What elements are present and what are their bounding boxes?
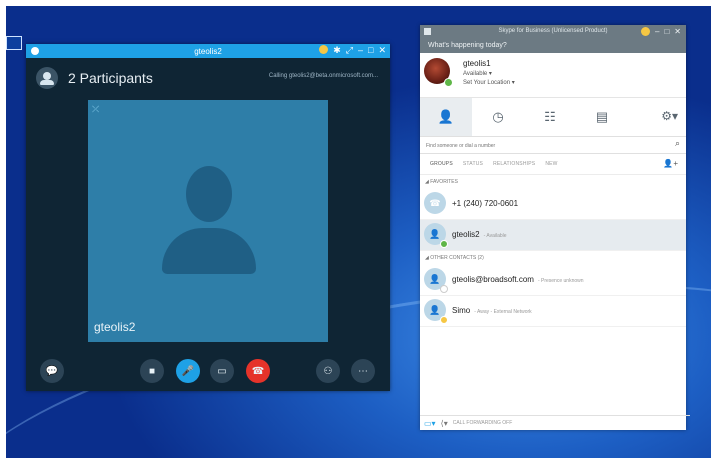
- emoticon-icon[interactable]: [641, 27, 650, 36]
- clock-icon: ◷: [492, 109, 504, 124]
- more-options-button[interactable]: ⋯: [351, 359, 375, 383]
- subtab-relationships[interactable]: RELATIONSHIPS: [493, 161, 535, 167]
- video-off-icon: ⤫: [92, 104, 100, 114]
- minimize-button[interactable]: –: [655, 27, 659, 36]
- call-title-bar: gteolis2 ✱ ⤢ – □ ✕: [26, 44, 390, 58]
- share-button[interactable]: ▭: [210, 359, 234, 383]
- search-icon[interactable]: ⌕: [675, 138, 680, 149]
- tab-contacts[interactable]: 👤: [420, 98, 472, 136]
- list-item[interactable]: 👤 Simo - Away - External Network: [420, 296, 686, 327]
- contact-name: gteolis@broadsoft.com - Presence unknown: [452, 275, 584, 284]
- dialpad-icon: ☷: [544, 109, 556, 124]
- status-footer: ▭▾ ⟨▾ CALL FORWARDING OFF: [420, 415, 690, 430]
- device-icon[interactable]: ▭▾: [424, 419, 436, 428]
- video-area: ⤫ gteolis2: [88, 100, 328, 342]
- search-bar: ⌕: [420, 136, 686, 154]
- participants-button[interactable]: ⚇: [316, 359, 340, 383]
- call-forwarding-icon[interactable]: ⟨▾: [441, 419, 448, 428]
- add-contact-icon[interactable]: 👤+: [663, 159, 678, 168]
- contacts-icon: 👤: [437, 109, 455, 124]
- hang-up-button[interactable]: ☎: [246, 359, 270, 383]
- contact-view-tabs: GROUPS STATUS RELATIONSHIPS NEW 👤+: [420, 154, 686, 175]
- tab-meetings[interactable]: ▤: [576, 98, 628, 136]
- tab-conversations[interactable]: ◷: [472, 98, 524, 136]
- settings-icon[interactable]: ✱: [333, 45, 341, 56]
- mic-button[interactable]: 🎤: [176, 359, 200, 383]
- emoticon-icon[interactable]: [319, 45, 329, 54]
- phone-contact-icon: ☎: [424, 192, 446, 214]
- group-favorites[interactable]: ◢ FAVORITES: [420, 175, 686, 189]
- desktop-shortcut-icon[interactable]: [6, 36, 22, 76]
- list-item[interactable]: ☎ +1 (240) 720-0601: [420, 189, 686, 220]
- sfb-title-bar: Skype for Business (Unlicensed Product) …: [420, 25, 686, 53]
- call-controls: 💬 ■ 🎤 ▭ ☎ ⚇ ⋯: [26, 357, 390, 385]
- call-forwarding-status[interactable]: CALL FORWARDING OFF: [453, 420, 513, 426]
- contact-name: Simo - Away - External Network: [452, 306, 532, 315]
- whats-happening-field[interactable]: What's happening today?: [428, 42, 507, 49]
- participants-count: 2 Participants: [68, 70, 153, 86]
- maximize-button[interactable]: □: [368, 45, 373, 56]
- presence-available-icon: [440, 240, 448, 248]
- group-other-contacts[interactable]: ◢ OTHER CONTACTS (2): [420, 251, 686, 265]
- list-item[interactable]: 👤 gteolis2- Available: [420, 220, 686, 251]
- avatar-head: [186, 166, 232, 222]
- maximize-button[interactable]: □: [664, 27, 669, 36]
- im-button[interactable]: 💬: [40, 359, 64, 383]
- avatar-body: [162, 228, 256, 274]
- presence-available-icon: [444, 78, 453, 87]
- close-button[interactable]: ✕: [674, 27, 681, 36]
- my-name: gteolis1: [463, 59, 491, 68]
- calendar-icon: ▤: [595, 109, 609, 124]
- video-button[interactable]: ■: [140, 359, 164, 383]
- tab-phone[interactable]: ☷: [524, 98, 576, 136]
- calling-status: Calling gteolis2@beta.onmicrosoft.com...: [268, 73, 378, 79]
- location-dropdown[interactable]: Set Your Location ▾: [463, 79, 515, 86]
- close-button[interactable]: ✕: [378, 45, 386, 56]
- call-window: gteolis2 ✱ ⤢ – □ ✕ 2 Participants Callin…: [26, 44, 390, 391]
- desktop: gteolis2 ✱ ⤢ – □ ✕ 2 Participants Callin…: [6, 6, 711, 458]
- my-profile: gteolis1 Available ▾ Set Your Location ▾: [420, 53, 686, 97]
- subtab-new[interactable]: NEW: [545, 161, 557, 167]
- availability-dropdown[interactable]: Available ▾: [463, 70, 492, 77]
- presence-unknown-icon: [440, 285, 448, 293]
- presence-away-icon: [440, 316, 448, 324]
- contact-name: gteolis2- Available: [452, 230, 507, 239]
- search-input[interactable]: [424, 139, 658, 152]
- call-header: 2 Participants Calling gteolis2@beta.onm…: [26, 58, 390, 98]
- participants-icon[interactable]: [36, 67, 58, 89]
- options-gear-icon[interactable]: ⚙▾: [661, 109, 678, 123]
- video-participant-name: gteolis2: [94, 320, 136, 334]
- skype-main-window: Skype for Business (Unlicensed Product) …: [420, 25, 690, 430]
- minimize-button[interactable]: –: [358, 45, 363, 56]
- main-tabs: 👤 ◷ ☷ ▤ ⚙▾: [420, 97, 686, 136]
- subtab-groups[interactable]: GROUPS: [430, 161, 453, 167]
- popout-icon[interactable]: ⤢: [346, 45, 353, 56]
- call-window-title: gteolis2: [194, 46, 222, 56]
- contact-name: +1 (240) 720-0601: [452, 199, 519, 208]
- skype-app-icon: [31, 47, 39, 55]
- list-item[interactable]: 👤 gteolis@broadsoft.com - Presence unknow…: [420, 265, 686, 296]
- subtab-status[interactable]: STATUS: [463, 161, 483, 167]
